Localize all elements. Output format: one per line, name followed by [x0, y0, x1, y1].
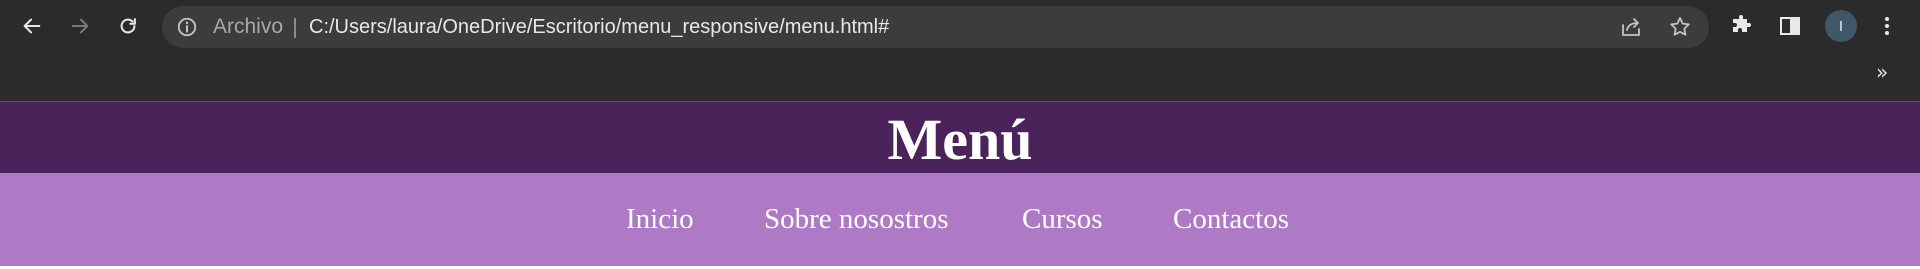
forward-button[interactable] — [62, 8, 98, 44]
menu-item-inicio[interactable]: Inicio — [626, 173, 694, 266]
extensions-button[interactable] — [1728, 12, 1756, 40]
back-button[interactable] — [14, 8, 50, 44]
info-icon[interactable] — [176, 16, 198, 38]
arrow-right-icon — [71, 18, 89, 34]
share-icon — [1622, 18, 1640, 36]
browser-toolbar: Archivo C:/Users/laura/OneDrive/Escritor… — [0, 0, 1920, 52]
address-divider — [294, 18, 296, 38]
nav-menu: Inicio Sobre nosostros Cursos Contactos — [0, 173, 1920, 266]
arrow-left-icon — [23, 18, 41, 34]
security-label[interactable]: Archivo — [213, 6, 283, 48]
menu-item-cursos[interactable]: Cursos — [1022, 173, 1103, 266]
share-button[interactable] — [1618, 14, 1644, 40]
profile-avatar[interactable]: I — [1825, 10, 1857, 42]
browser-menu-button[interactable] — [1873, 12, 1901, 40]
address-bar[interactable]: Archivo C:/Users/laura/OneDrive/Escritor… — [162, 6, 1709, 48]
reload-icon — [120, 18, 136, 34]
bookmarks-overflow-button[interactable]: » — [1876, 60, 1888, 84]
puzzle-icon — [1733, 15, 1751, 32]
menu-item-sobre-nosostros[interactable]: Sobre nosostros — [764, 173, 948, 266]
page-title: Menú — [887, 106, 1033, 172]
side-panel-icon — [1780, 17, 1800, 35]
star-icon — [1670, 17, 1690, 36]
url-text[interactable]: C:/Users/laura/OneDrive/Escritorio/menu_… — [309, 6, 889, 48]
side-panel-button[interactable] — [1776, 12, 1804, 40]
reload-button[interactable] — [110, 8, 146, 44]
page-header: Menú — [0, 102, 1920, 173]
bookmark-star-button[interactable] — [1667, 14, 1693, 40]
kebab-menu-icon — [1885, 17, 1889, 35]
bookmarks-bar: » — [0, 52, 1920, 102]
menu-item-contactos[interactable]: Contactos — [1173, 173, 1289, 266]
